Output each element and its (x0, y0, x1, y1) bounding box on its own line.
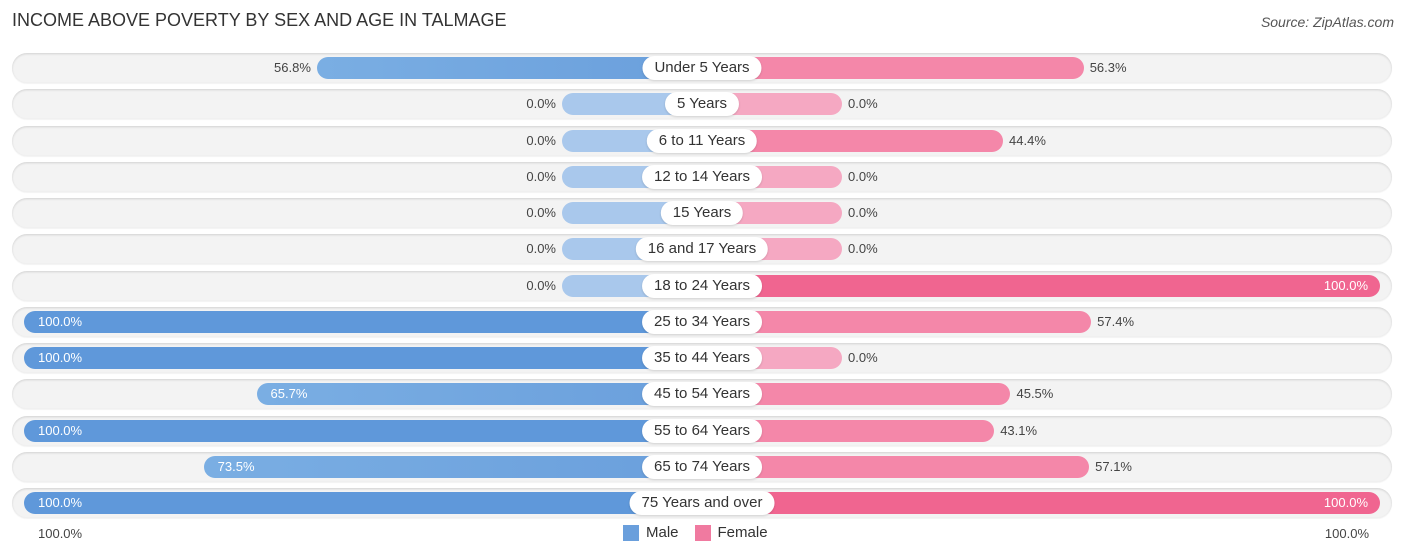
value-label-female: 0.0% (848, 168, 878, 184)
bar-male (24, 419, 702, 442)
bar-female (702, 492, 1380, 514)
bar-male (24, 492, 702, 514)
category-label: 35 to 44 Years (642, 346, 762, 370)
value-label-male: 73.5% (217, 458, 255, 474)
value-label-male: 100.0% (38, 350, 83, 365)
bar-male (256, 383, 702, 406)
category-label: 6 to 11 Years (646, 128, 758, 153)
category-label: 5 Years (664, 92, 740, 117)
value-label-male: 0.0% (526, 168, 556, 184)
value-label-female: 44.4% (1009, 132, 1046, 148)
legend-swatch-female (694, 524, 711, 541)
bar-male (24, 310, 702, 333)
value-label-female: 56.3% (1089, 60, 1127, 75)
value-label-female: 57.4% (1097, 313, 1135, 329)
category-label: 45 to 54 Years (642, 382, 762, 407)
value-label-male: 56.8% (274, 60, 311, 75)
value-label-male: 0.0% (526, 277, 556, 293)
bar-female (702, 274, 1380, 297)
diverging-bar-chart: 56.8% 56.3% Under 5 Years 0.0% 0.0% 5 Years 0.… (0, 0, 1406, 559)
value-label-female: 43.1% (1000, 422, 1038, 438)
value-label-male: 65.7% (270, 386, 308, 402)
category-label: 18 to 24 Years (642, 273, 762, 298)
value-label-female: 100.0% (1323, 277, 1368, 293)
bar-male (24, 347, 702, 369)
legend-item-male: Male (623, 524, 679, 541)
category-label: 65 to 74 Years (642, 454, 762, 479)
value-label-male: 0.0% (526, 96, 556, 112)
value-label-female: 100.0% (1323, 495, 1368, 510)
legend-label-female: Female (717, 524, 768, 541)
value-label-male: 0.0% (526, 205, 556, 220)
value-label-male: 0.0% (526, 241, 556, 257)
value-label-female: 0.0% (848, 241, 878, 257)
category-label: 15 Years (660, 201, 744, 225)
category-label: 75 Years and over (629, 491, 775, 515)
value-label-female: 0.0% (848, 350, 878, 365)
value-label-female: 0.0% (848, 96, 878, 112)
value-label-male: 100.0% (38, 422, 83, 438)
value-label-male: 0.0% (526, 132, 556, 148)
category-label: 25 to 34 Years (642, 309, 762, 334)
category-label: 16 and 17 Years (635, 237, 769, 262)
value-label-female: 45.5% (1016, 386, 1054, 402)
legend-label-male: Male (646, 524, 679, 541)
bar-male (203, 455, 702, 478)
value-label-male: 100.0% (38, 313, 83, 329)
category-label: Under 5 Years (642, 56, 762, 80)
axis-label-left: 100.0% (38, 526, 83, 541)
value-label-female: 0.0% (848, 205, 878, 220)
legend-item-female: Female (694, 524, 768, 541)
axis-label-right: 100.0% (1324, 526, 1369, 541)
legend-swatch-male (623, 524, 639, 541)
legend: Male Female (623, 524, 784, 541)
value-label-female: 57.1% (1095, 458, 1132, 474)
value-label-male: 100.0% (38, 495, 83, 510)
category-label: 55 to 64 Years (642, 418, 762, 443)
category-label: 12 to 14 Years (642, 164, 762, 189)
